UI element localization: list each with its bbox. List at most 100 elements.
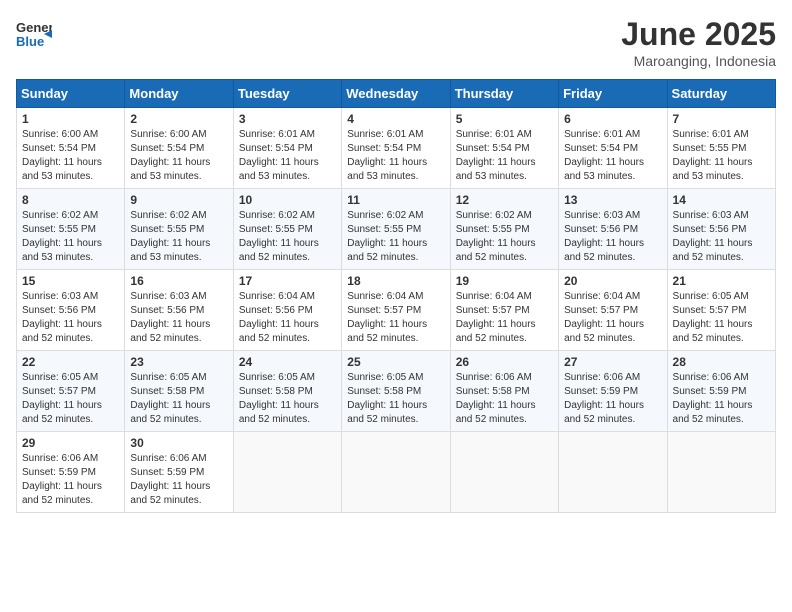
calendar-day-17: 17 Sunrise: 6:04 AMSunset: 5:56 PMDaylig… xyxy=(233,270,341,351)
calendar-day-8: 8 Sunrise: 6:02 AMSunset: 5:55 PMDayligh… xyxy=(17,189,125,270)
svg-text:Blue: Blue xyxy=(16,34,44,49)
day-info: Sunrise: 6:06 AMSunset: 5:59 PMDaylight:… xyxy=(673,372,753,425)
calendar-week-5: 29 Sunrise: 6:06 AMSunset: 5:59 PMDaylig… xyxy=(17,432,776,513)
day-info: Sunrise: 6:06 AMSunset: 5:59 PMDaylight:… xyxy=(130,453,210,506)
col-saturday: Saturday xyxy=(667,80,775,108)
calendar-day-23: 23 Sunrise: 6:05 AMSunset: 5:58 PMDaylig… xyxy=(125,351,233,432)
calendar-empty-cell xyxy=(342,432,450,513)
day-number: 2 xyxy=(130,112,227,126)
calendar-day-28: 28 Sunrise: 6:06 AMSunset: 5:59 PMDaylig… xyxy=(667,351,775,432)
day-number: 11 xyxy=(347,193,444,207)
calendar-day-11: 11 Sunrise: 6:02 AMSunset: 5:55 PMDaylig… xyxy=(342,189,450,270)
day-info: Sunrise: 6:06 AMSunset: 5:58 PMDaylight:… xyxy=(456,372,536,425)
page-header: General Blue June 2025 Maroanging, Indon… xyxy=(16,16,776,69)
calendar-day-10: 10 Sunrise: 6:02 AMSunset: 5:55 PMDaylig… xyxy=(233,189,341,270)
calendar-week-1: 1 Sunrise: 6:00 AMSunset: 5:54 PMDayligh… xyxy=(17,108,776,189)
day-number: 30 xyxy=(130,436,227,450)
col-tuesday: Tuesday xyxy=(233,80,341,108)
day-number: 20 xyxy=(564,274,661,288)
day-info: Sunrise: 6:02 AMSunset: 5:55 PMDaylight:… xyxy=(239,210,319,263)
calendar-day-1: 1 Sunrise: 6:00 AMSunset: 5:54 PMDayligh… xyxy=(17,108,125,189)
calendar-day-4: 4 Sunrise: 6:01 AMSunset: 5:54 PMDayligh… xyxy=(342,108,450,189)
day-info: Sunrise: 6:00 AMSunset: 5:54 PMDaylight:… xyxy=(22,129,102,182)
day-info: Sunrise: 6:00 AMSunset: 5:54 PMDaylight:… xyxy=(130,129,210,182)
calendar-subtitle: Maroanging, Indonesia xyxy=(621,53,776,69)
day-number: 4 xyxy=(347,112,444,126)
calendar-day-16: 16 Sunrise: 6:03 AMSunset: 5:56 PMDaylig… xyxy=(125,270,233,351)
col-sunday: Sunday xyxy=(17,80,125,108)
day-info: Sunrise: 6:04 AMSunset: 5:57 PMDaylight:… xyxy=(456,291,536,344)
calendar-day-18: 18 Sunrise: 6:04 AMSunset: 5:57 PMDaylig… xyxy=(342,270,450,351)
day-info: Sunrise: 6:04 AMSunset: 5:56 PMDaylight:… xyxy=(239,291,319,344)
day-number: 24 xyxy=(239,355,336,369)
day-info: Sunrise: 6:05 AMSunset: 5:58 PMDaylight:… xyxy=(239,372,319,425)
day-number: 7 xyxy=(673,112,770,126)
title-area: June 2025 Maroanging, Indonesia xyxy=(621,16,776,69)
calendar-day-15: 15 Sunrise: 6:03 AMSunset: 5:56 PMDaylig… xyxy=(17,270,125,351)
day-number: 28 xyxy=(673,355,770,369)
day-info: Sunrise: 6:01 AMSunset: 5:54 PMDaylight:… xyxy=(456,129,536,182)
day-number: 14 xyxy=(673,193,770,207)
day-info: Sunrise: 6:05 AMSunset: 5:57 PMDaylight:… xyxy=(22,372,102,425)
calendar-day-30: 30 Sunrise: 6:06 AMSunset: 5:59 PMDaylig… xyxy=(125,432,233,513)
calendar-day-2: 2 Sunrise: 6:00 AMSunset: 5:54 PMDayligh… xyxy=(125,108,233,189)
day-number: 16 xyxy=(130,274,227,288)
calendar-title: June 2025 xyxy=(621,16,776,53)
day-info: Sunrise: 6:02 AMSunset: 5:55 PMDaylight:… xyxy=(130,210,210,263)
day-info: Sunrise: 6:01 AMSunset: 5:55 PMDaylight:… xyxy=(673,129,753,182)
col-friday: Friday xyxy=(559,80,667,108)
calendar-day-7: 7 Sunrise: 6:01 AMSunset: 5:55 PMDayligh… xyxy=(667,108,775,189)
day-info: Sunrise: 6:04 AMSunset: 5:57 PMDaylight:… xyxy=(347,291,427,344)
calendar-day-5: 5 Sunrise: 6:01 AMSunset: 5:54 PMDayligh… xyxy=(450,108,558,189)
calendar-day-22: 22 Sunrise: 6:05 AMSunset: 5:57 PMDaylig… xyxy=(17,351,125,432)
day-number: 25 xyxy=(347,355,444,369)
day-info: Sunrise: 6:02 AMSunset: 5:55 PMDaylight:… xyxy=(347,210,427,263)
col-wednesday: Wednesday xyxy=(342,80,450,108)
day-info: Sunrise: 6:02 AMSunset: 5:55 PMDaylight:… xyxy=(456,210,536,263)
day-number: 26 xyxy=(456,355,553,369)
day-number: 22 xyxy=(22,355,119,369)
day-number: 5 xyxy=(456,112,553,126)
col-monday: Monday xyxy=(125,80,233,108)
day-number: 17 xyxy=(239,274,336,288)
day-info: Sunrise: 6:03 AMSunset: 5:56 PMDaylight:… xyxy=(673,210,753,263)
calendar-day-26: 26 Sunrise: 6:06 AMSunset: 5:58 PMDaylig… xyxy=(450,351,558,432)
day-number: 21 xyxy=(673,274,770,288)
calendar-empty-cell xyxy=(233,432,341,513)
calendar-day-29: 29 Sunrise: 6:06 AMSunset: 5:59 PMDaylig… xyxy=(17,432,125,513)
col-thursday: Thursday xyxy=(450,80,558,108)
day-number: 3 xyxy=(239,112,336,126)
calendar-day-19: 19 Sunrise: 6:04 AMSunset: 5:57 PMDaylig… xyxy=(450,270,558,351)
day-info: Sunrise: 6:03 AMSunset: 5:56 PMDaylight:… xyxy=(22,291,102,344)
calendar-day-6: 6 Sunrise: 6:01 AMSunset: 5:54 PMDayligh… xyxy=(559,108,667,189)
calendar-day-27: 27 Sunrise: 6:06 AMSunset: 5:59 PMDaylig… xyxy=(559,351,667,432)
day-info: Sunrise: 6:06 AMSunset: 5:59 PMDaylight:… xyxy=(564,372,644,425)
day-info: Sunrise: 6:03 AMSunset: 5:56 PMDaylight:… xyxy=(564,210,644,263)
day-info: Sunrise: 6:03 AMSunset: 5:56 PMDaylight:… xyxy=(130,291,210,344)
day-info: Sunrise: 6:05 AMSunset: 5:58 PMDaylight:… xyxy=(130,372,210,425)
calendar-week-3: 15 Sunrise: 6:03 AMSunset: 5:56 PMDaylig… xyxy=(17,270,776,351)
calendar-day-9: 9 Sunrise: 6:02 AMSunset: 5:55 PMDayligh… xyxy=(125,189,233,270)
calendar-day-12: 12 Sunrise: 6:02 AMSunset: 5:55 PMDaylig… xyxy=(450,189,558,270)
calendar-week-4: 22 Sunrise: 6:05 AMSunset: 5:57 PMDaylig… xyxy=(17,351,776,432)
day-number: 1 xyxy=(22,112,119,126)
day-number: 8 xyxy=(22,193,119,207)
calendar-day-13: 13 Sunrise: 6:03 AMSunset: 5:56 PMDaylig… xyxy=(559,189,667,270)
day-info: Sunrise: 6:06 AMSunset: 5:59 PMDaylight:… xyxy=(22,453,102,506)
day-info: Sunrise: 6:04 AMSunset: 5:57 PMDaylight:… xyxy=(564,291,644,344)
day-number: 12 xyxy=(456,193,553,207)
day-number: 15 xyxy=(22,274,119,288)
day-number: 23 xyxy=(130,355,227,369)
logo-icon: General Blue xyxy=(16,16,52,57)
calendar-table: Sunday Monday Tuesday Wednesday Thursday… xyxy=(16,79,776,513)
calendar-day-20: 20 Sunrise: 6:04 AMSunset: 5:57 PMDaylig… xyxy=(559,270,667,351)
calendar-day-24: 24 Sunrise: 6:05 AMSunset: 5:58 PMDaylig… xyxy=(233,351,341,432)
day-number: 10 xyxy=(239,193,336,207)
calendar-empty-cell xyxy=(559,432,667,513)
day-number: 6 xyxy=(564,112,661,126)
day-number: 18 xyxy=(347,274,444,288)
calendar-day-25: 25 Sunrise: 6:05 AMSunset: 5:58 PMDaylig… xyxy=(342,351,450,432)
calendar-day-21: 21 Sunrise: 6:05 AMSunset: 5:57 PMDaylig… xyxy=(667,270,775,351)
calendar-empty-cell xyxy=(450,432,558,513)
day-number: 29 xyxy=(22,436,119,450)
